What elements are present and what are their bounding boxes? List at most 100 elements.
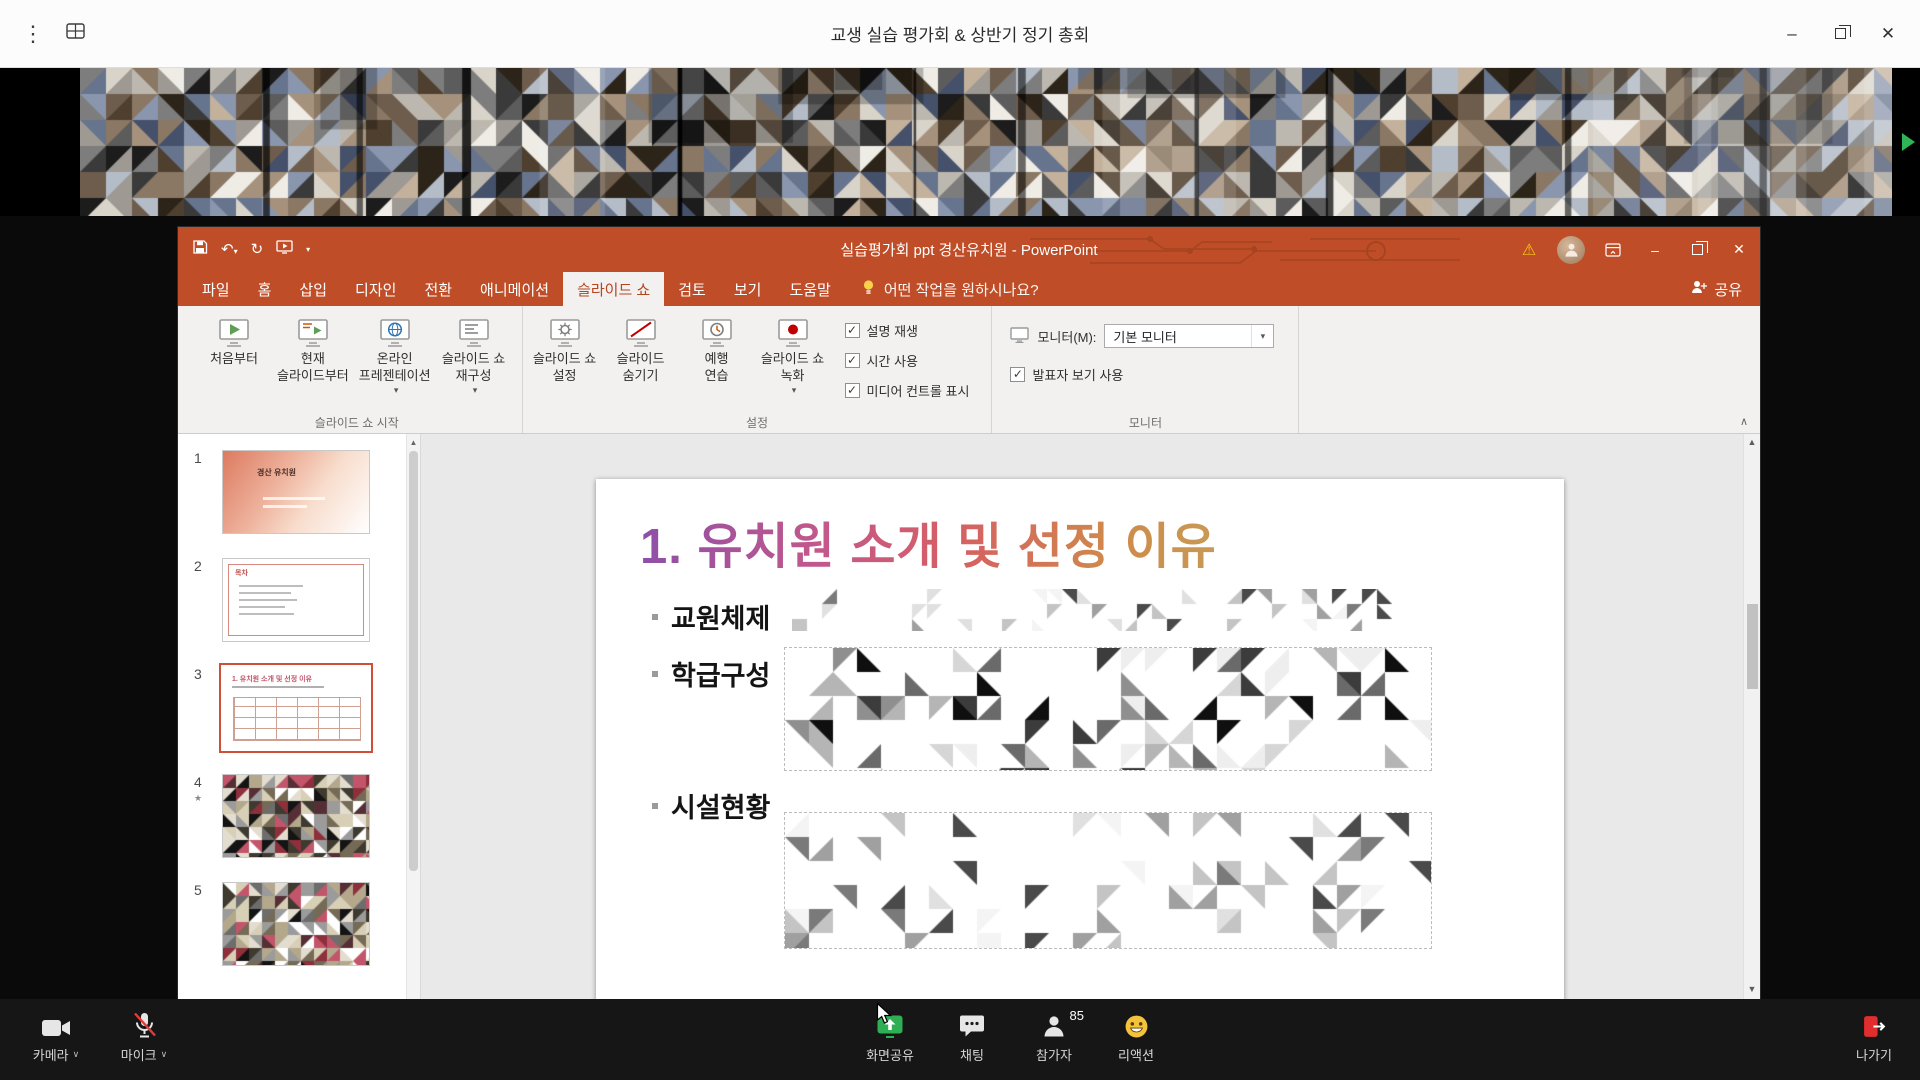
show-media-controls-checkbox[interactable]: ✓ 미디어 컨트롤 표시 bbox=[845, 381, 970, 400]
hide-slide-button[interactable]: 슬라이드숨기기 bbox=[603, 308, 679, 385]
tab-design[interactable]: 디자인 bbox=[341, 272, 410, 306]
ppt-minimize-button[interactable]: – bbox=[1634, 227, 1676, 272]
leave-button[interactable]: 나가기 bbox=[1842, 1012, 1906, 1064]
tab-view[interactable]: 보기 bbox=[720, 272, 776, 306]
emoji-reaction-icon bbox=[1124, 1012, 1149, 1039]
bullet-marker bbox=[652, 671, 658, 677]
present-online-button[interactable]: 온라인프레젠테이션▾ bbox=[354, 308, 436, 396]
use-timings-checkbox[interactable]: ✓ 시간 사용 bbox=[845, 351, 970, 370]
use-presenter-view-checkbox[interactable]: ✓ 발표자 보기 사용 bbox=[1010, 365, 1274, 384]
reactions-button[interactable]: 리액션 bbox=[1104, 1012, 1168, 1064]
chat-button[interactable]: 채팅 bbox=[940, 1012, 1004, 1064]
participants-button[interactable]: 85 참가자 bbox=[1022, 1012, 1086, 1064]
tab-insert[interactable]: 삽입 bbox=[285, 272, 341, 306]
window-restore-button[interactable] bbox=[1816, 0, 1864, 67]
slide-number: 2 bbox=[194, 558, 222, 574]
ppt-restore-icon bbox=[1692, 244, 1703, 255]
ppt-scrollbar[interactable]: ▲ ▼ bbox=[1743, 434, 1760, 999]
rehearse-timings-button[interactable]: 예행연습 bbox=[679, 308, 755, 385]
monitor-icon bbox=[1010, 327, 1029, 346]
chevron-down-icon[interactable]: ∨ bbox=[73, 1049, 80, 1060]
from-current-slide-button[interactable]: 현재슬라이드부터 bbox=[272, 308, 354, 385]
undo-dropdown-icon: ▾ bbox=[234, 247, 238, 256]
window-close-button[interactable]: ✕ bbox=[1864, 0, 1912, 67]
screen: ⋮ 교생 실습 평가회 & 상반기 정기 총회 – ✕ bbox=[0, 0, 1920, 1080]
hide-slide-icon bbox=[624, 315, 658, 351]
tab-slideshow[interactable]: 슬라이드 쇼 bbox=[563, 272, 664, 306]
slide-thumbnail-4[interactable] bbox=[222, 774, 370, 858]
customize-qat-icon[interactable]: ▾ bbox=[306, 245, 310, 254]
pixelated-table-2 bbox=[784, 812, 1432, 949]
quick-access-toolbar: ↶▾ ↻ ▾ bbox=[178, 239, 310, 260]
tab-review[interactable]: 검토 bbox=[664, 272, 720, 306]
thumb2-line bbox=[239, 613, 294, 615]
scroll-up-icon[interactable]: ▲ bbox=[1744, 437, 1760, 447]
from-current-slide-icon bbox=[296, 315, 330, 351]
from-beginning-button[interactable]: 처음부터 bbox=[196, 308, 272, 368]
scroll-thumb[interactable] bbox=[1747, 604, 1758, 689]
mouse-cursor bbox=[876, 1002, 894, 1031]
save-icon[interactable] bbox=[192, 239, 208, 260]
group-label-monitors: 모니터 bbox=[992, 414, 1298, 431]
monitor-select[interactable]: 기본 모니터 ▾ bbox=[1104, 324, 1274, 348]
panel-scroll-thumb[interactable] bbox=[409, 451, 418, 871]
checkbox-checked-icon: ✓ bbox=[1010, 367, 1025, 382]
slide-thumbnail-1[interactable]: 경산 유치원 bbox=[222, 450, 370, 534]
chat-icon bbox=[959, 1012, 985, 1039]
tab-home[interactable]: 홈 bbox=[244, 272, 286, 306]
tab-animations[interactable]: 애니메이션 bbox=[466, 272, 563, 306]
restore-icon bbox=[1835, 28, 1846, 39]
tell-me-search[interactable]: 어떤 작업을 원하시나요? bbox=[861, 272, 1039, 306]
record-slideshow-button[interactable]: 슬라이드 쇼녹화▾ bbox=[755, 308, 831, 396]
next-videos-arrow-icon[interactable] bbox=[1902, 133, 1915, 151]
tab-transitions[interactable]: 전환 bbox=[410, 272, 466, 306]
setup-slideshow-button[interactable]: 슬라이드 쇼설정 bbox=[527, 308, 603, 385]
mic-button[interactable]: 마이크∨ bbox=[112, 1012, 176, 1064]
thumb2-line bbox=[239, 606, 285, 608]
thumb2-title: 목차 bbox=[235, 568, 248, 578]
slide-thumbnail-5[interactable] bbox=[222, 882, 370, 966]
slide-thumbnail-3-selected[interactable]: 1. 유치원 소개 및 선정 이유 bbox=[222, 666, 370, 750]
thumb5-mosaic bbox=[223, 883, 370, 966]
camera-button[interactable]: 카메라∨ bbox=[24, 1012, 88, 1064]
ppt-restore-button[interactable] bbox=[1676, 227, 1718, 272]
ppt-close-button[interactable]: ✕ bbox=[1718, 227, 1760, 272]
slide-row-4: 4★ bbox=[178, 774, 420, 858]
custom-slideshow-button[interactable]: 슬라이드 쇼재구성▾ bbox=[436, 308, 512, 396]
tab-help[interactable]: 도움말 bbox=[775, 272, 844, 306]
custom-slideshow-icon bbox=[457, 315, 491, 351]
play-narrations-checkbox[interactable]: ✓ 설명 재생 bbox=[845, 321, 970, 340]
bullet-marker bbox=[652, 614, 658, 620]
redo-icon[interactable]: ↻ bbox=[251, 242, 264, 257]
group-start-slideshow: 처음부터 현재슬라이드부터 온라인프레젠테이션▾ bbox=[192, 306, 523, 433]
ribbon-tab-bar: 파일 홈 삽입 디자인 전환 애니메이션 슬라이드 쇼 검토 보기 도움말 어떤… bbox=[178, 272, 1760, 306]
slide-thumbnail-2[interactable]: 목차 bbox=[222, 558, 370, 642]
thumb2-line bbox=[239, 592, 291, 594]
monitor-select-arrow-icon[interactable]: ▾ bbox=[1251, 325, 1273, 347]
scroll-down-icon[interactable]: ▼ bbox=[1744, 984, 1760, 994]
collapse-ribbon-icon[interactable]: ∧ bbox=[1740, 415, 1748, 428]
warning-icon[interactable]: ⚠ bbox=[1508, 227, 1550, 272]
slide-number: 4 bbox=[194, 774, 222, 790]
slide-thumbnail-panel: 1 경산 유치원 2 목차 bbox=[178, 434, 421, 999]
setup-slideshow-icon bbox=[548, 315, 582, 351]
window-minimize-button[interactable]: – bbox=[1768, 0, 1816, 67]
start-slideshow-icon[interactable] bbox=[276, 240, 293, 259]
chevron-down-icon[interactable]: ∨ bbox=[161, 1049, 168, 1060]
thumb4-mosaic bbox=[223, 775, 370, 858]
undo-button[interactable]: ↶▾ bbox=[221, 241, 238, 259]
panel-scrollbar[interactable]: ▲ bbox=[406, 434, 420, 999]
record-slideshow-icon bbox=[776, 315, 810, 351]
share-button[interactable]: 공유 bbox=[1691, 272, 1742, 306]
current-slide[interactable]: 1. 유치원 소개 및 선정 이유 교원체제 학급구성 시설현황 bbox=[596, 479, 1564, 999]
mic-muted-icon bbox=[132, 1012, 157, 1039]
thumb3-mini-table bbox=[233, 697, 361, 741]
slide-row-1: 1 경산 유치원 bbox=[178, 450, 420, 534]
setup-checkboxes: ✓ 설명 재생 ✓ 시간 사용 ✓ 미디어 컨트롤 표시 bbox=[831, 308, 982, 400]
panel-scroll-up-icon[interactable]: ▲ bbox=[407, 434, 420, 450]
tab-file[interactable]: 파일 bbox=[188, 272, 244, 306]
slide-row-3: 3 1. 유치원 소개 및 선정 이유 bbox=[178, 666, 420, 750]
ribbon-display-options-icon[interactable] bbox=[1592, 227, 1634, 272]
share-label: 공유 bbox=[1714, 279, 1742, 300]
account-avatar[interactable] bbox=[1550, 227, 1592, 272]
